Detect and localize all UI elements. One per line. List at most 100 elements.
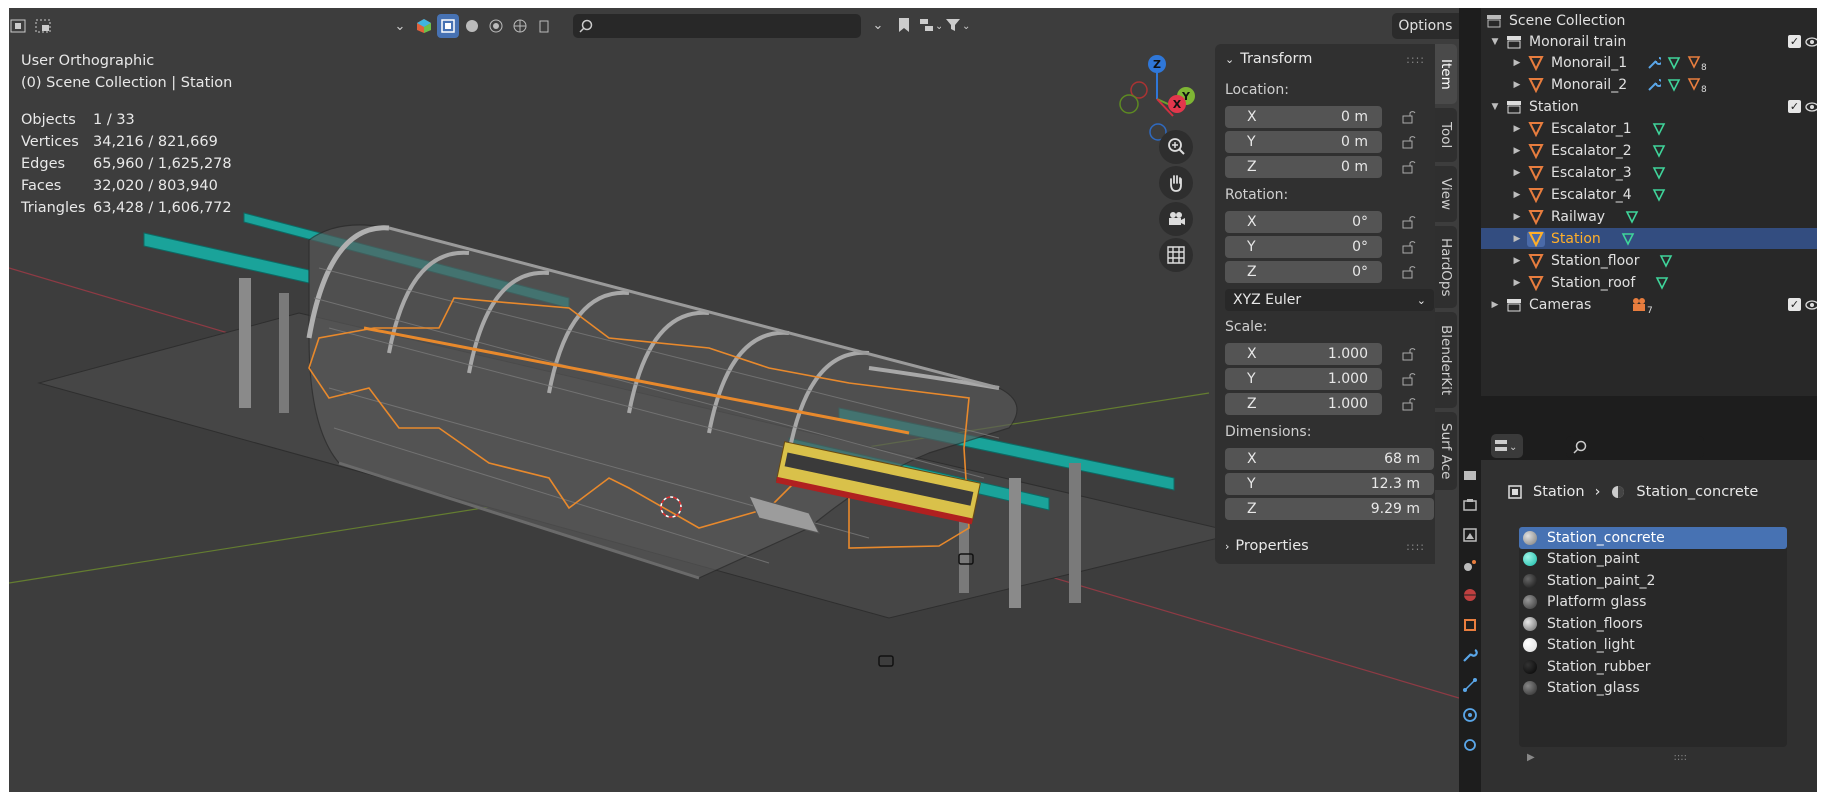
material-slot[interactable]: Station_paint_2 — [1519, 570, 1787, 592]
outliner-row-escalator-4[interactable]: ▶ Escalator_4 — [1481, 184, 1817, 205]
tab-blenderkit[interactable]: BlenderKit — [1435, 312, 1457, 408]
expand-arrow-icon[interactable]: ▶ — [1511, 58, 1523, 68]
eye-icon[interactable] — [1805, 298, 1817, 312]
ortho-toggle-button[interactable] — [1159, 238, 1193, 272]
scale-x-field[interactable]: X 1.000 — [1225, 342, 1382, 365]
material-slot[interactable]: Station_floors — [1519, 613, 1787, 635]
exclude-checkbox[interactable]: ✓ — [1788, 298, 1801, 311]
select-mode-icon[interactable] — [9, 14, 31, 38]
scale-z-field[interactable]: Z 1.000 — [1225, 392, 1382, 415]
outliner-row-station-collection[interactable]: ▼ Station ✓ — [1481, 96, 1817, 117]
eye-icon[interactable] — [1805, 35, 1817, 49]
properties-panel-header[interactable]: › Properties :::: — [1215, 531, 1435, 561]
drag-handle-icon[interactable]: :::: — [1406, 53, 1425, 66]
options-button[interactable]: Options ⌄ — [1392, 13, 1459, 39]
outliner-row-station[interactable]: ▶ Station — [1481, 228, 1817, 249]
material-preview-icon[interactable] — [485, 14, 507, 38]
pan-button[interactable] — [1159, 166, 1193, 200]
tab-view[interactable]: View — [1435, 166, 1457, 222]
outliner-row-monorail-2[interactable]: ▶ Monorail_2 8 — [1481, 74, 1817, 95]
outliner-row-cameras[interactable]: ▶ Cameras 7 ✓ — [1481, 294, 1817, 315]
viewport-search-input[interactable] — [573, 14, 861, 38]
rendered-shading-icon[interactable] — [509, 14, 531, 38]
funnel-icon[interactable]: ⌄ — [945, 13, 971, 37]
chevron-down-icon[interactable]: ⌄ — [389, 14, 411, 38]
expand-arrow-icon[interactable]: ▶ — [1511, 212, 1523, 222]
camera-view-button[interactable] — [1159, 202, 1193, 236]
expand-arrow-icon[interactable]: ▼ — [1489, 102, 1501, 112]
chevron-down-icon[interactable]: ⌄ — [867, 13, 889, 37]
expand-arrow-icon[interactable]: ▶ — [1511, 80, 1523, 90]
rotation-mode-dropdown[interactable]: XYZ Euler ⌄ — [1225, 289, 1434, 311]
expand-arrow-icon[interactable]: ▼ — [1489, 37, 1501, 47]
outliner-row-station-roof[interactable]: ▶ Station_roof — [1481, 272, 1817, 293]
drag-handle-icon[interactable]: :::: — [1406, 540, 1425, 553]
wireframe-toggle-icon[interactable] — [437, 14, 459, 38]
unlock-icon[interactable] — [1402, 135, 1416, 149]
tab-object[interactable] — [1459, 610, 1481, 640]
tab-constraints[interactable] — [1459, 730, 1481, 760]
material-slot-list[interactable]: Station_concrete Station_paint Station_p… — [1519, 527, 1787, 763]
unlock-icon[interactable] — [1402, 240, 1416, 254]
expand-arrow-icon[interactable]: ▶ — [1511, 168, 1523, 178]
tab-world[interactable] — [1459, 580, 1481, 610]
expand-arrow-icon[interactable]: ▶ — [1527, 752, 1535, 763]
expand-arrow-icon[interactable]: ▶ — [1511, 256, 1523, 266]
outliner-row-escalator-2[interactable]: ▶ Escalator_2 — [1481, 140, 1817, 161]
editor-type-icons[interactable] — [9, 14, 56, 38]
material-slot[interactable]: Station_paint — [1519, 549, 1787, 571]
exclude-checkbox[interactable]: ✓ — [1788, 100, 1801, 113]
expand-arrow-icon[interactable]: ▶ — [1511, 146, 1523, 156]
tab-tool-settings[interactable] — [1459, 460, 1481, 490]
unlock-icon[interactable] — [1402, 160, 1416, 174]
location-x-field[interactable]: X 0 m — [1225, 105, 1382, 128]
material-slot[interactable]: Platform glass — [1519, 592, 1787, 614]
tab-physics[interactable] — [1459, 700, 1481, 730]
color-cube-icon[interactable] — [413, 14, 435, 38]
rotation-y-field[interactable]: Y 0° — [1225, 235, 1382, 258]
outliner-row-monorail-train[interactable]: ▼ Monorail train ✓ — [1481, 31, 1817, 52]
tab-particles[interactable] — [1459, 670, 1481, 700]
scale-y-field[interactable]: Y 1.000 — [1225, 367, 1382, 390]
dimensions-z-field[interactable]: Z 9.29 m — [1225, 497, 1434, 520]
eye-icon[interactable] — [1805, 100, 1817, 114]
unlock-icon[interactable] — [1402, 110, 1416, 124]
solid-shading-icon[interactable] — [461, 14, 483, 38]
tab-item[interactable]: Item — [1435, 44, 1457, 104]
outliner-row-escalator-1[interactable]: ▶ Escalator_1 — [1481, 118, 1817, 139]
outliner-row-station-floor[interactable]: ▶ Station_floor — [1481, 250, 1817, 271]
outliner-row-monorail-1[interactable]: ▶ Monorail_1 8 — [1481, 52, 1817, 73]
transform-panel-header[interactable]: ⌄ Transform :::: — [1215, 44, 1435, 74]
tab-render[interactable] — [1459, 490, 1481, 520]
expand-arrow-icon[interactable]: ▶ — [1511, 234, 1523, 244]
unlock-icon[interactable] — [1402, 265, 1416, 279]
outliner-row-scene-collection[interactable]: Scene Collection — [1481, 10, 1817, 31]
select-extend-icon[interactable] — [34, 14, 56, 38]
material-slot[interactable]: Station_light — [1519, 635, 1787, 657]
3d-viewport[interactable]: User Orthographic (0) Scene Collection |… — [9, 8, 1459, 792]
location-y-field[interactable]: Y 0 m — [1225, 130, 1382, 153]
zoom-button[interactable] — [1159, 130, 1193, 164]
unlock-icon[interactable] — [1402, 372, 1416, 386]
dimensions-x-field[interactable]: X 68 m — [1225, 447, 1434, 470]
material-slot[interactable]: Station_glass — [1519, 678, 1787, 700]
unlock-icon[interactable] — [1402, 397, 1416, 411]
hierarchy-icon[interactable]: ⌄ — [919, 13, 941, 37]
expand-arrow-icon[interactable]: ▶ — [1489, 300, 1501, 310]
editor-type-button[interactable]: ⌄ — [1491, 434, 1523, 458]
filter-objects-icon[interactable] — [533, 14, 555, 38]
outliner-row-railway[interactable]: ▶ Railway — [1481, 206, 1817, 227]
rotation-x-field[interactable]: X 0° — [1225, 210, 1382, 233]
unlock-icon[interactable] — [1402, 215, 1416, 229]
resize-handle-icon[interactable]: :::: — [1674, 752, 1687, 763]
tab-modifiers[interactable] — [1459, 640, 1481, 670]
tab-hardops[interactable]: HardOps — [1435, 226, 1457, 308]
dimensions-y-field[interactable]: Y 12.3 m — [1225, 472, 1434, 495]
tab-output[interactable] — [1459, 520, 1481, 550]
material-slot[interactable]: Station_rubber — [1519, 656, 1787, 678]
exclude-checkbox[interactable]: ✓ — [1788, 35, 1801, 48]
outliner[interactable]: Scene Collection ▼ Monorail train ✓ ▶ Mo… — [1481, 8, 1817, 396]
unlock-icon[interactable] — [1402, 347, 1416, 361]
outliner-row-escalator-3[interactable]: ▶ Escalator_3 — [1481, 162, 1817, 183]
tab-tool[interactable]: Tool — [1435, 108, 1457, 162]
